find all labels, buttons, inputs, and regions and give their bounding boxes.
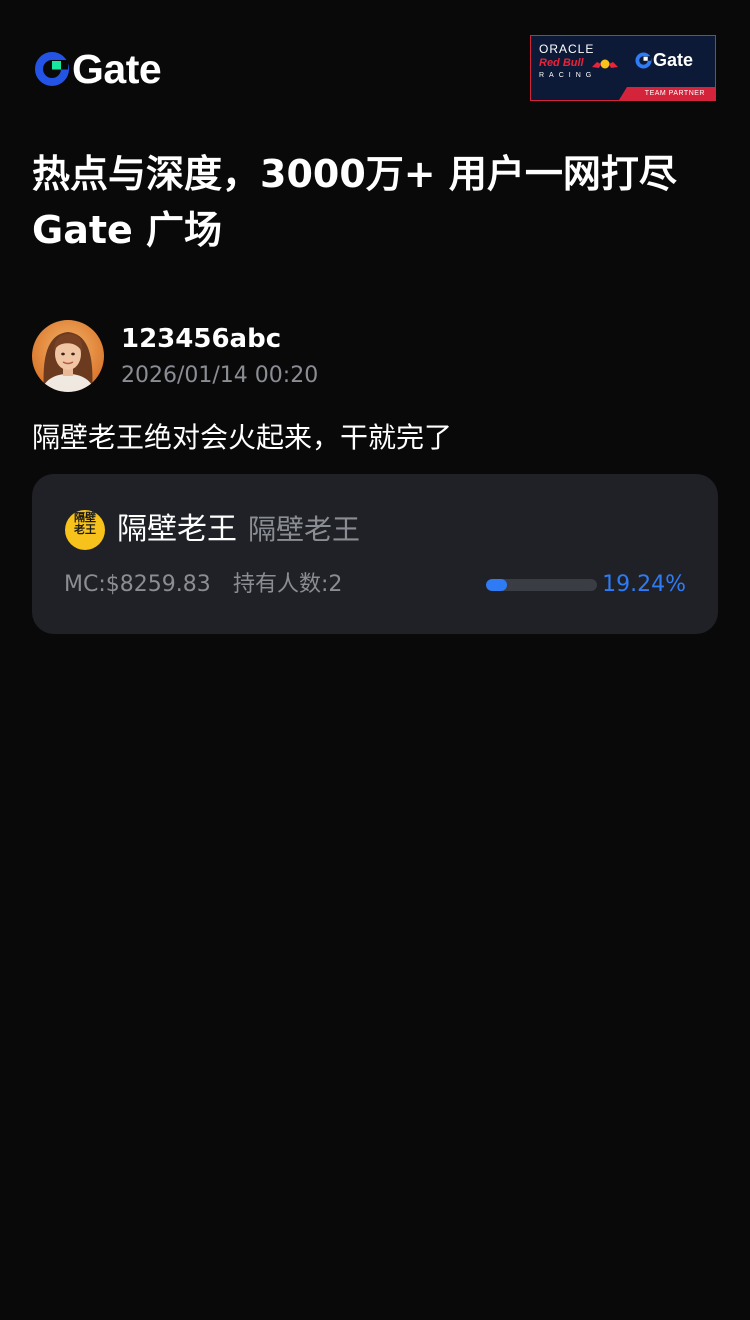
post-timestamp: 2026/01/14 00:20 — [121, 363, 319, 388]
team-partner-badge: ORACLE Red Bull RACING Gate TEAM PARTNER — [530, 35, 716, 101]
token-icon: 隔壁 老王 — [65, 510, 105, 550]
bonding-progress-label: 19.24% — [602, 572, 686, 597]
page-title: 热点与深度，3000万+ 用户一网打尽 Gate 广场 — [32, 146, 722, 258]
token-holders: 持有人数:2 — [233, 572, 343, 597]
partner-oracle-text: ORACLE — [539, 42, 595, 56]
post-author[interactable]: 123456abc 2026/01/14 00:20 — [32, 320, 718, 392]
gate-logo[interactable]: Gate — [34, 46, 162, 92]
partner-caption: TEAM PARTNER — [644, 90, 705, 97]
header: Gate ORACLE Red Bull RACING Gate TEAM PA… — [34, 35, 716, 102]
partner-racing-text: RACING — [539, 72, 597, 79]
partner-gate-text: Gate — [653, 50, 694, 70]
token-card[interactable]: 隔壁 老王 隔壁老王 隔壁老王 MC:$8259.83 持有人数:2 19.24% — [32, 474, 718, 634]
bonding-progress-fill — [486, 579, 508, 591]
gate-logo-icon-small — [635, 51, 652, 69]
page-title-line-1: 热点与深度，3000万+ 用户一网打尽 — [32, 152, 677, 196]
gate-logo-icon — [35, 52, 69, 86]
token-name: 隔壁老王 — [117, 512, 237, 547]
token-icon-text: 隔壁 老王 — [65, 512, 105, 536]
partner-gate-logo: Gate — [635, 50, 693, 70]
token-icon-text-row: 老王 — [74, 523, 96, 536]
user-avatar[interactable] — [32, 320, 104, 392]
bonding-progress-bar — [486, 579, 597, 591]
post-text: 隔壁老王绝对会火起来，干就完了 — [32, 421, 453, 454]
token-symbol: 隔壁老王 — [248, 513, 361, 546]
oracle-redbull-racing-logo: ORACLE Red Bull RACING — [539, 42, 618, 87]
bull-icon — [592, 59, 618, 69]
page-title-line-2: Gate 广场 — [32, 208, 223, 252]
logo-text: Gate — [72, 46, 162, 92]
token-market-cap: MC:$8259.83 — [64, 572, 211, 597]
author-username[interactable]: 123456abc — [121, 322, 281, 356]
page: Gate ORACLE Red Bull RACING Gate TEAM PA… — [0, 0, 750, 1320]
avatar-image — [32, 320, 104, 392]
